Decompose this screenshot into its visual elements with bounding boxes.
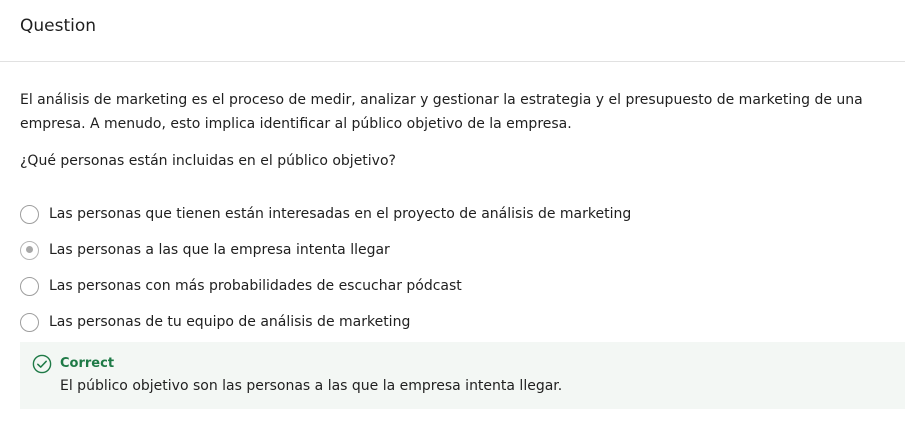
- answer-option-4[interactable]: Las personas de tu equipo de análisis de…: [20, 304, 890, 340]
- check-circle-icon: [32, 354, 52, 374]
- answer-option-label: Las personas que tienen están interesada…: [49, 206, 632, 222]
- question-header: Question: [0, 0, 905, 62]
- feedback-panel: Correct El público objetivo son las pers…: [20, 342, 905, 409]
- answer-option-label: Las personas de tu equipo de análisis de…: [49, 314, 411, 330]
- radio-button-selected[interactable]: [20, 240, 39, 260]
- question-body: El análisis de marketing es el proceso d…: [20, 88, 890, 172]
- answer-option-label: Las personas a las que la empresa intent…: [49, 242, 390, 258]
- answer-option-1[interactable]: Las personas que tienen están interesada…: [20, 196, 890, 232]
- question-intro: El análisis de marketing es el proceso d…: [20, 92, 863, 132]
- radio-button[interactable]: [20, 204, 39, 224]
- answer-option-label: Las personas con más probabilidades de e…: [49, 278, 462, 294]
- radio-button[interactable]: [20, 312, 39, 332]
- page-title: Question: [20, 16, 97, 36]
- question-prompt: ¿Qué personas están incluidas en el públ…: [20, 153, 396, 169]
- radio-button[interactable]: [20, 276, 39, 296]
- feedback-message: El público objetivo son las personas a l…: [60, 378, 563, 394]
- answer-option-3[interactable]: Las personas con más probabilidades de e…: [20, 268, 890, 304]
- answer-option-2[interactable]: Las personas a las que la empresa intent…: [20, 232, 890, 268]
- feedback-status: Correct: [60, 356, 115, 371]
- answer-options: Las personas que tienen están interesada…: [20, 196, 890, 340]
